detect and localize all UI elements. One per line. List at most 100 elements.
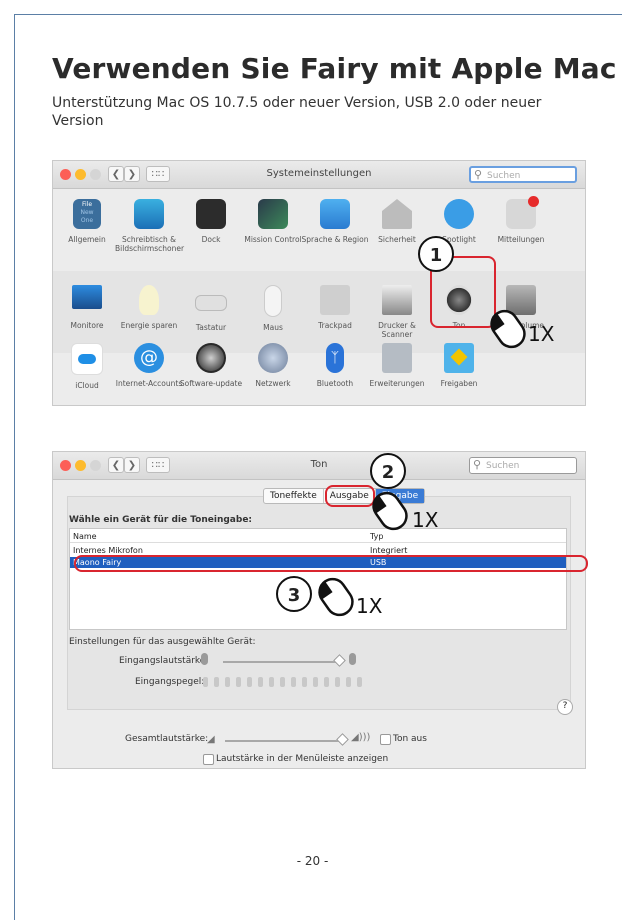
speaker-low-icon: ◢	[207, 734, 215, 745]
pref-label: Dock	[201, 235, 221, 244]
level-cell	[357, 677, 362, 687]
pref-label: Software-update	[179, 379, 243, 388]
pref-bluetooth[interactable]: ᛉ Bluetooth	[301, 343, 369, 388]
pref-label: Bluetooth	[316, 379, 354, 388]
page-number: - 20 -	[296, 854, 329, 868]
output-volume-slider[interactable]	[225, 740, 345, 742]
pref-mission-control[interactable]: Mission Control	[239, 199, 307, 244]
level-cell	[258, 677, 263, 687]
pref-internet-accounts[interactable]: @ Internet-Accounts	[115, 343, 183, 388]
mouse-icon	[264, 285, 282, 317]
step-1-callout: 1	[418, 236, 454, 272]
one-menu-text: One	[80, 217, 94, 224]
search-icon: ⚲	[474, 168, 483, 181]
lightbulb-icon	[139, 285, 159, 315]
gear-icon	[196, 343, 226, 373]
pref-dock[interactable]: Dock	[177, 199, 245, 244]
mouse-click-icon	[318, 577, 354, 617]
pref-network[interactable]: Netzwerk	[239, 343, 307, 388]
level-cell	[214, 677, 219, 687]
search-field[interactable]: ⚲ Suchen	[469, 166, 577, 183]
speaker-high-icon: ◢)))	[351, 732, 371, 743]
printer-icon	[382, 285, 412, 315]
pref-label: Allgemein	[68, 235, 106, 244]
pref-extensions[interactable]: Erweiterungen	[363, 343, 431, 388]
cloud-icon	[71, 343, 103, 375]
mute-checkbox[interactable]	[380, 734, 391, 745]
desktop-icon	[134, 199, 164, 229]
pref-label: Mission Control	[244, 235, 302, 244]
step-2-callout: 2	[370, 453, 406, 489]
click-count-label: 1X	[356, 594, 383, 618]
pref-notifications[interactable]: Mitteilungen	[487, 196, 555, 244]
pref-label: Mitteilungen	[497, 235, 545, 244]
input-volume-slider[interactable]	[223, 661, 341, 663]
search-field[interactable]: ⚲ Suchen	[469, 457, 577, 474]
puzzle-icon	[382, 343, 412, 373]
table-header: Name Typ	[70, 531, 566, 543]
device-row-highlight-box	[74, 555, 588, 572]
pref-label: Erweiterungen	[369, 379, 425, 388]
monitor-icon	[72, 285, 102, 309]
mute-label: Ton aus	[393, 734, 427, 744]
help-button[interactable]: ?	[557, 699, 573, 715]
pref-general[interactable]: File New One Allgemein	[53, 199, 121, 244]
level-cell	[203, 677, 208, 687]
warning-sign-icon	[450, 348, 468, 366]
output-volume-thumb[interactable]	[336, 733, 349, 746]
output-volume-label: Gesamtlautstärke:	[125, 734, 209, 744]
level-cell	[313, 677, 318, 687]
file-menu-text: File	[81, 201, 93, 208]
menu-bar-label: Lautstärke in der Menüleiste anzeigen	[216, 754, 389, 764]
page-title: Verwenden Sie Fairy mit Apple Mac	[52, 52, 617, 85]
pref-label: iCloud	[75, 381, 99, 390]
pref-security[interactable]: Sicherheit	[363, 199, 431, 244]
pref-software-update[interactable]: Software-update	[177, 343, 245, 388]
network-globe-icon	[258, 343, 288, 373]
pref-sharing[interactable]: Freigaben	[425, 343, 493, 388]
pref-label: Internet-Accounts	[115, 379, 183, 388]
device-settings-label: Einstellungen für das ausgewählte Gerät:	[69, 637, 256, 647]
cloud-shape-icon	[78, 354, 96, 364]
level-cell	[324, 677, 329, 687]
sharing-folder-icon	[444, 343, 474, 373]
level-cell	[236, 677, 241, 687]
select-device-label: Wähle ein Gerät für die Toneingabe:	[69, 515, 253, 525]
mouse-click-icon	[372, 491, 408, 531]
pref-label: Netzwerk	[255, 379, 291, 388]
mission-control-icon	[258, 199, 288, 229]
click-count-label: 1X	[412, 508, 439, 532]
spotlight-icon	[444, 199, 474, 229]
search-placeholder: Suchen	[486, 461, 520, 471]
pref-label: Freigaben	[440, 379, 478, 388]
pref-icloud[interactable]: iCloud	[53, 343, 121, 390]
general-icon: File New One	[73, 199, 101, 229]
notification-badge-icon	[528, 196, 539, 207]
system-preferences-window: ❮ ❯ ∷∷ Systemeinstellungen ⚲ Suchen File…	[52, 160, 586, 406]
level-cell	[280, 677, 285, 687]
mouse-click-icon	[490, 309, 526, 349]
click-count-label: 1X	[528, 322, 555, 346]
column-name-header[interactable]: Name	[73, 531, 97, 542]
notifications-icon	[506, 196, 539, 229]
pref-label: Sprache & Region	[301, 235, 369, 244]
step-3-callout: 3	[276, 576, 312, 612]
pref-label: Sicherheit	[378, 235, 416, 244]
search-icon: ⚲	[473, 458, 482, 471]
level-cell	[269, 677, 274, 687]
pref-label: Schreibtisch & Bildschirmschoner	[115, 235, 185, 253]
keyboard-icon	[195, 295, 227, 311]
input-level-label: Eingangspegel:	[135, 677, 205, 687]
tab-sound-effects[interactable]: Toneffekte	[264, 489, 324, 503]
level-cell	[346, 677, 351, 687]
pref-desktop-screensaver[interactable]: Schreibtisch & Bildschirmschoner	[115, 199, 185, 253]
menu-bar-checkbox[interactable]	[203, 754, 214, 765]
at-sign-icon: @	[134, 343, 164, 373]
pref-language-region[interactable]: Sprache & Region	[301, 199, 369, 244]
level-cell	[247, 677, 252, 687]
search-placeholder: Suchen	[487, 171, 521, 181]
bluetooth-icon: ᛉ	[326, 343, 344, 373]
level-cell	[335, 677, 340, 687]
dock-icon	[196, 199, 226, 229]
level-cell	[302, 677, 307, 687]
